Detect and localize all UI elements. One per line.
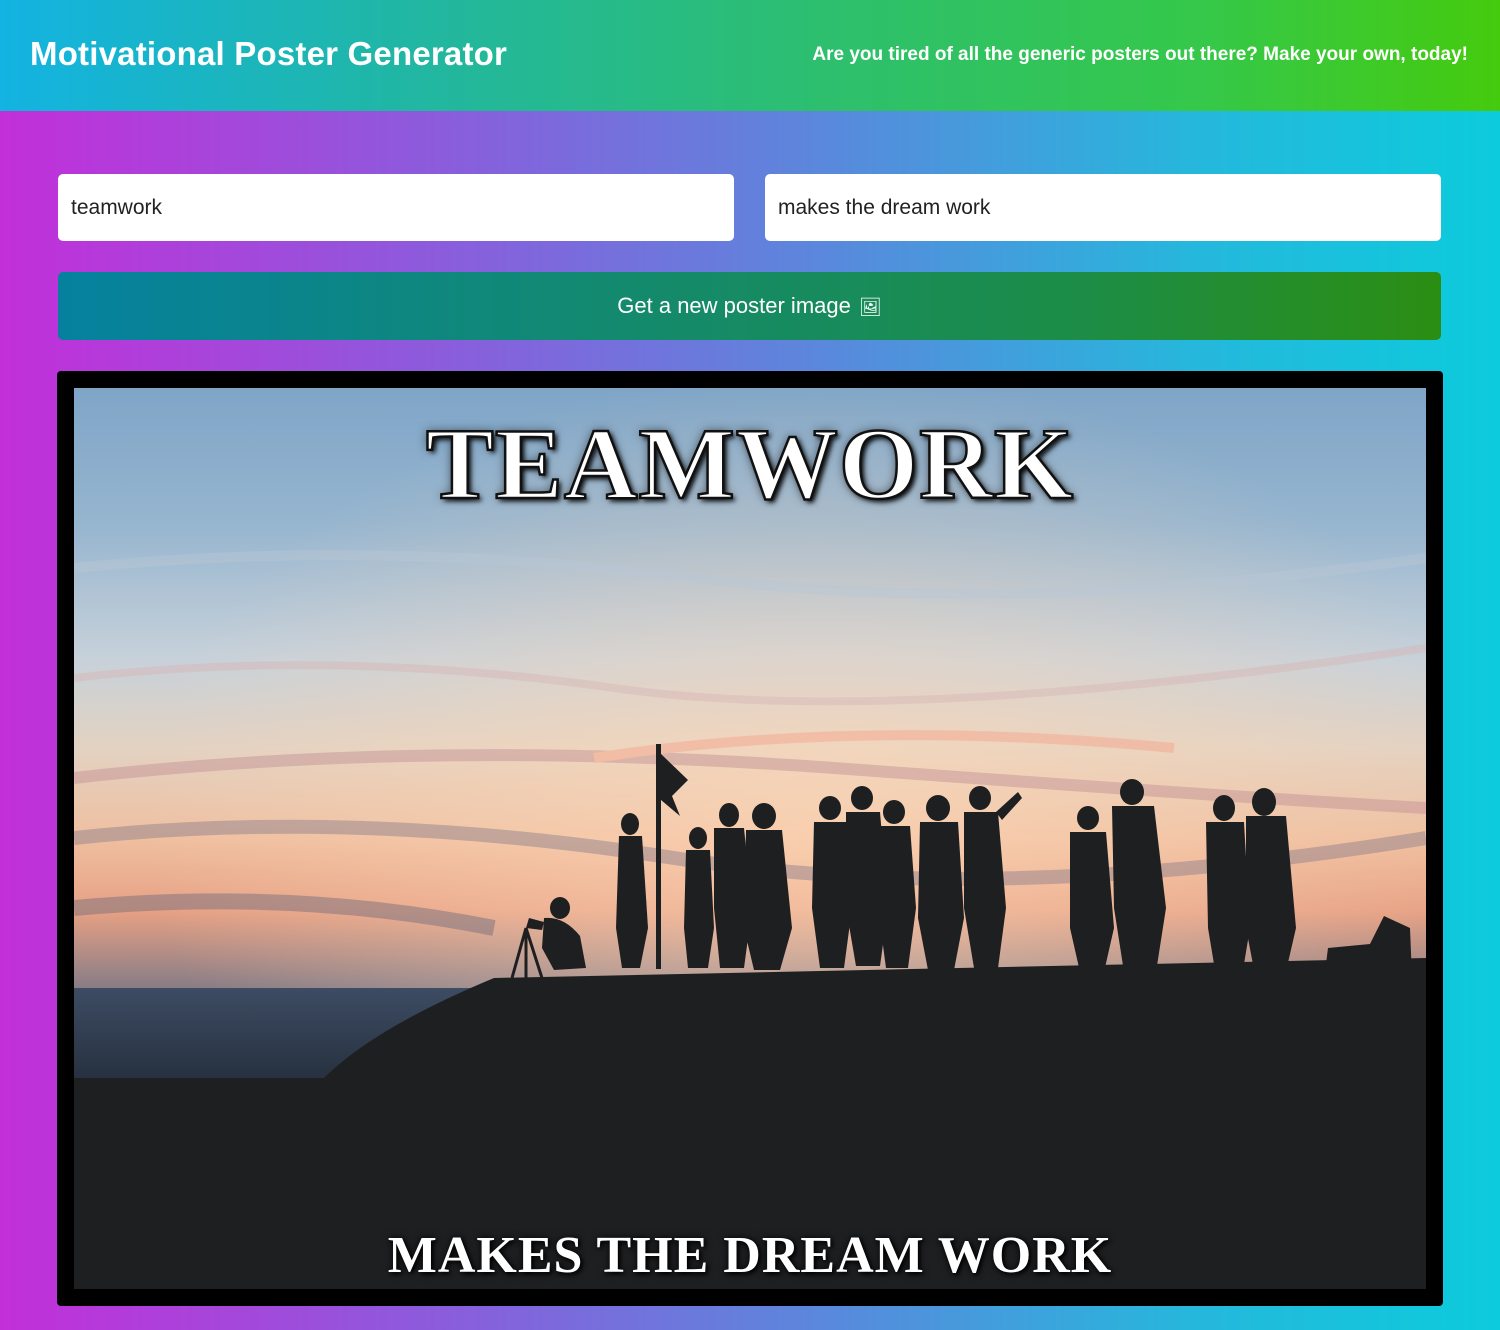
picture-icon: 🖼 bbox=[858, 297, 882, 317]
poster-frame: teamwork makes the dream work bbox=[57, 371, 1443, 1306]
poster-image: teamwork makes the dream work bbox=[74, 388, 1426, 1289]
app-header: Motivational Poster Generator Are you ti… bbox=[0, 0, 1500, 111]
poster-photo bbox=[74, 388, 1426, 1289]
app-tagline: Are you tired of all the generic posters… bbox=[812, 44, 1468, 65]
poster-top-text: teamwork bbox=[425, 408, 1075, 521]
top-text-input[interactable] bbox=[58, 174, 734, 241]
poster-bottom-text: makes the dream work bbox=[387, 1227, 1113, 1284]
app-title: Motivational Poster Generator bbox=[30, 35, 508, 72]
new-poster-image-button-label: Get a new poster image bbox=[617, 293, 851, 318]
new-poster-image-button[interactable]: Get a new poster image 🖼 bbox=[58, 272, 1441, 340]
bottom-text-input[interactable] bbox=[765, 174, 1441, 241]
